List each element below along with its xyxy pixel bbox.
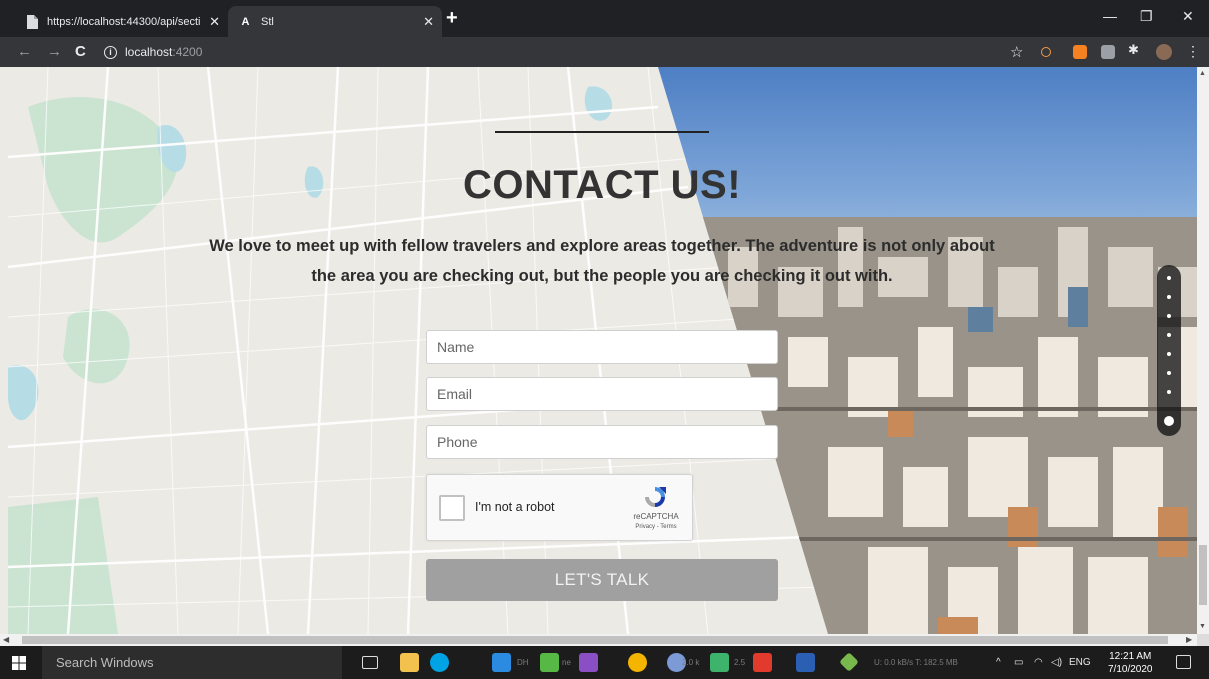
menu-kebab-icon[interactable]: ⋮ xyxy=(1186,43,1200,59)
webstorm-icon[interactable] xyxy=(540,653,559,672)
section-dot[interactable] xyxy=(1167,314,1171,318)
extension-cast-icon[interactable] xyxy=(1041,47,1051,57)
word-icon[interactable] xyxy=(796,653,815,672)
url-port: :4200 xyxy=(172,45,203,59)
taskbar-net-speed-a: 2.0 k xyxy=(682,658,700,667)
windows-taskbar: Search Windows DH ne 2.0 k 2.5 U: 0.0 kB… xyxy=(0,646,1209,679)
tab-api-sections[interactable]: https://localhost:44300/api/secti ✕ xyxy=(14,6,228,37)
scroll-up-icon[interactable]: ▲ xyxy=(1199,70,1206,77)
restore-icon[interactable]: ❐ xyxy=(1140,8,1153,25)
phone-input[interactable] xyxy=(426,425,778,459)
intro-text: We love to meet up with fellow travelers… xyxy=(209,237,995,285)
address-bar[interactable]: i localhost:4200 xyxy=(104,40,1004,64)
taskbar-clock[interactable]: 12:21 AM 7/10/2020 xyxy=(1108,650,1153,676)
new-tab-button[interactable]: + xyxy=(446,7,458,30)
tray-battery-icon[interactable]: ▭ xyxy=(1014,657,1023,668)
close-tab-icon[interactable]: ✕ xyxy=(423,14,434,30)
page-viewport: CONTACT US! We love to meet up with fell… xyxy=(8,67,1197,634)
close-window-icon[interactable]: ✕ xyxy=(1182,8,1194,25)
browser-toolbar: ← → C i localhost:4200 ☆ xyxy=(0,37,1209,67)
scroll-left-icon[interactable]: ◀ xyxy=(3,635,9,644)
section-dot[interactable] xyxy=(1167,276,1171,280)
title-decoration-line xyxy=(495,131,709,133)
tab-stl[interactable]: A Stl ✕ xyxy=(228,6,442,37)
minimize-icon[interactable]: — xyxy=(1103,8,1117,24)
acrobat-icon[interactable] xyxy=(753,653,772,672)
contact-section: CONTACT US! We love to meet up with fell… xyxy=(8,67,1197,634)
vscode-icon[interactable] xyxy=(492,653,511,672)
document-icon xyxy=(24,14,39,29)
extension-window-icon[interactable] xyxy=(1101,45,1115,59)
taskbar-search-placeholder: Search Windows xyxy=(56,655,154,670)
vertical-scroll-thumb[interactable] xyxy=(1199,545,1207,605)
section-dot[interactable] xyxy=(1167,371,1171,375)
section-dot[interactable] xyxy=(1167,352,1171,356)
horizontal-scroll-thumb[interactable] xyxy=(22,636,1168,644)
name-input[interactable] xyxy=(426,330,778,364)
site-info-icon[interactable]: i xyxy=(104,45,117,59)
extensions-puzzle-icon[interactable]: ✱ xyxy=(1128,42,1142,57)
recaptcha-label: I'm not a robot xyxy=(475,500,555,514)
extension-chart-icon[interactable] xyxy=(1073,45,1087,59)
chrome-icon[interactable] xyxy=(628,653,647,672)
windows-start-icon[interactable] xyxy=(12,656,26,670)
vertical-scrollbar[interactable]: ▲ ▼ xyxy=(1197,67,1209,634)
close-tab-icon[interactable]: ✕ xyxy=(209,14,220,30)
scrollbar-corner xyxy=(1197,634,1209,646)
recaptcha-logo-icon xyxy=(645,487,666,507)
task-view-icon[interactable] xyxy=(362,656,378,669)
skype-icon[interactable] xyxy=(430,653,449,672)
email-input[interactable] xyxy=(426,377,778,411)
tab-title: https://localhost:44300/api/secti xyxy=(47,15,201,28)
tray-volume-icon[interactable]: ◁) xyxy=(1051,657,1062,668)
pycharm-icon[interactable] xyxy=(710,653,729,672)
taskbar-search-box[interactable]: Search Windows xyxy=(42,646,342,679)
recaptcha-terms-link[interactable]: Privacy - Terms xyxy=(623,524,689,530)
forward-icon[interactable]: → xyxy=(47,43,62,60)
recaptcha-brand: reCAPTCHA xyxy=(633,512,679,521)
lets-talk-button[interactable]: LET'S TALK xyxy=(426,559,778,601)
git-icon[interactable] xyxy=(839,652,859,672)
tab-title: Stl xyxy=(261,15,274,28)
section-dot-active[interactable] xyxy=(1164,416,1174,426)
section-dot[interactable] xyxy=(1167,333,1171,337)
angular-icon: A xyxy=(241,15,250,28)
url-host: localhost xyxy=(125,45,173,59)
section-dot[interactable] xyxy=(1167,295,1171,299)
taskbar-net-speed-b: 2.5 xyxy=(734,658,746,667)
avatar[interactable] xyxy=(1156,44,1172,60)
browser-tab-strip: https://localhost:44300/api/secti ✕ A St… xyxy=(0,0,1209,37)
page-left-edge xyxy=(0,67,8,634)
clock-date: 7/10/2020 xyxy=(1108,664,1153,675)
action-center-icon[interactable] xyxy=(1176,655,1191,669)
back-icon[interactable]: ← xyxy=(17,43,32,60)
taskbar-net-ne: ne xyxy=(562,658,571,667)
scroll-down-icon[interactable]: ▼ xyxy=(1199,623,1206,630)
horizontal-scrollbar[interactable]: ◀ ▶ xyxy=(0,634,1197,646)
tray-language[interactable]: ENG xyxy=(1069,657,1091,668)
page-title: CONTACT US! xyxy=(462,163,742,207)
tray-chevron-icon[interactable]: ^ xyxy=(996,657,1001,668)
reload-icon[interactable]: C xyxy=(75,43,86,60)
bookmark-star-icon[interactable]: ☆ xyxy=(1010,43,1023,61)
recaptcha-checkbox[interactable] xyxy=(439,495,465,521)
taskbar-net-dh: DH xyxy=(517,658,529,667)
clock-time: 12:21 AM xyxy=(1109,651,1152,662)
taskbar-net-stats: U: 0.0 kB/s T: 182.5 MB xyxy=(874,658,958,667)
scroll-right-icon[interactable]: ▶ xyxy=(1186,635,1192,644)
file-explorer-icon[interactable] xyxy=(400,653,419,672)
section-dot[interactable] xyxy=(1167,390,1171,394)
tray-wifi-icon[interactable]: ◠ xyxy=(1034,657,1043,668)
recaptcha-widget: I'm not a robot reCAPTCHA Privacy - Term… xyxy=(426,474,693,541)
section-dot-navigation xyxy=(1157,265,1181,436)
visual-studio-icon[interactable] xyxy=(579,653,598,672)
